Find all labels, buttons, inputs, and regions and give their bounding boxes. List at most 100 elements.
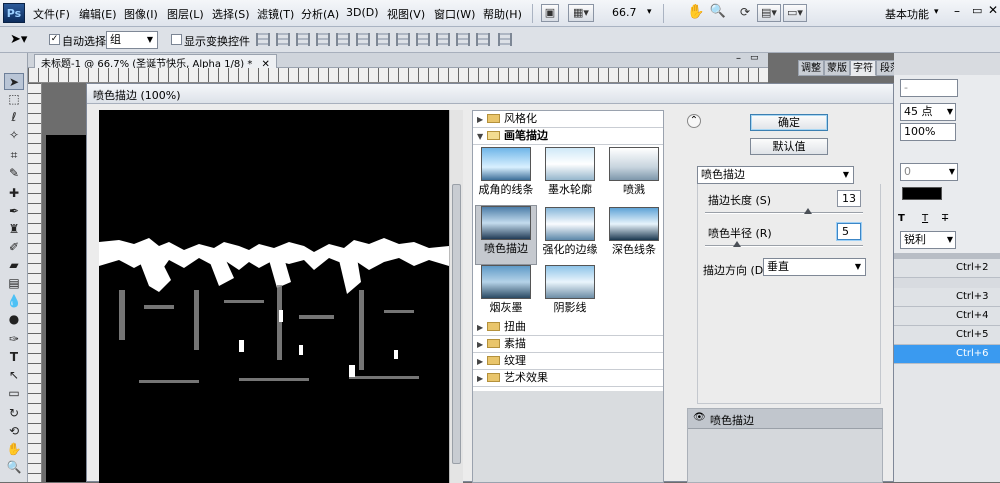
align-hcenter-icon[interactable] bbox=[336, 33, 350, 46]
menu-view[interactable]: 视图(V) bbox=[387, 6, 425, 22]
spray-radius-input[interactable]: 5 bbox=[837, 223, 861, 240]
channel-row-selected[interactable]: Ctrl+6 bbox=[894, 345, 1000, 364]
auto-align-icon[interactable] bbox=[498, 33, 512, 46]
align-right-icon[interactable] bbox=[356, 33, 370, 46]
distribute-hcenter-icon[interactable] bbox=[456, 33, 470, 46]
menu-edit[interactable]: 编辑(E) bbox=[79, 6, 117, 22]
3d-orbit-icon[interactable]: ⟲ bbox=[4, 423, 24, 440]
menu-image[interactable]: 图像(I) bbox=[124, 6, 158, 22]
marquee-tool-icon[interactable]: ⬚ bbox=[4, 91, 24, 108]
type-tool-icon[interactable]: T bbox=[4, 349, 24, 366]
show-transform-checkbox[interactable] bbox=[171, 34, 182, 45]
distribute-left-icon[interactable] bbox=[436, 33, 450, 46]
screen-mode-icon[interactable]: ▭▾ bbox=[783, 4, 807, 22]
magic-wand-icon[interactable]: ✧ bbox=[4, 127, 24, 144]
filter-thumb[interactable]: 烟灰墨 bbox=[475, 265, 537, 323]
history-brush-icon[interactable]: ✐ bbox=[4, 239, 24, 256]
filter-thumb[interactable]: 成角的线条 bbox=[475, 147, 537, 205]
path-select-icon[interactable]: ↖ bbox=[4, 367, 24, 384]
menu-filter[interactable]: 滤镜(T) bbox=[257, 6, 294, 22]
workspace-dropdown-icon[interactable]: ▾ bbox=[934, 7, 939, 17]
eyedropper-icon[interactable]: ✎ bbox=[4, 165, 24, 182]
spray-radius-slider[interactable] bbox=[705, 245, 863, 247]
filter-thumb[interactable]: 阴影线 bbox=[539, 265, 601, 323]
3d-rotate-icon[interactable]: ↻ bbox=[4, 405, 24, 422]
filter-thumb-selected[interactable]: 喷色描边 bbox=[475, 205, 537, 265]
move-tool-icon[interactable]: ➤ bbox=[4, 73, 24, 90]
zoom-tool-icon[interactable]: 🔍 bbox=[709, 4, 727, 22]
strikethrough-icon[interactable]: T bbox=[942, 213, 948, 224]
close-icon[interactable]: ✕ bbox=[988, 3, 998, 17]
brush-tool-icon[interactable]: ✒ bbox=[4, 203, 24, 220]
category-texture[interactable]: ▶ 纹理 bbox=[473, 353, 663, 370]
antialias-dropdown[interactable]: 锐利 ▼ bbox=[900, 231, 956, 249]
ok-button[interactable]: 确定 bbox=[750, 114, 828, 131]
category-sketch[interactable]: ▶ 素描 bbox=[473, 336, 663, 353]
filter-thumb[interactable]: 强化的边缘 bbox=[539, 207, 601, 265]
view-extras-icon[interactable]: ▦▾ bbox=[568, 4, 594, 22]
distribute-bottom-icon[interactable] bbox=[416, 33, 430, 46]
effect-layer-item[interactable]: 👁 喷色描边 bbox=[688, 409, 882, 429]
kerning-dropdown[interactable]: 0 ▼ bbox=[900, 163, 958, 181]
gradient-tool-icon[interactable]: ▤ bbox=[4, 275, 24, 292]
faux-bold-icon[interactable]: T bbox=[898, 213, 905, 224]
menu-3d[interactable]: 3D(D) bbox=[346, 6, 379, 19]
font-style-dropdown[interactable]: - bbox=[900, 79, 958, 97]
clone-stamp-icon[interactable]: ♜ bbox=[4, 221, 24, 238]
doc-minimize-icon[interactable]: – bbox=[736, 53, 741, 64]
distribute-right-icon[interactable] bbox=[476, 33, 490, 46]
menu-layer[interactable]: 图层(L) bbox=[167, 6, 204, 22]
category-brush-strokes[interactable]: ▼ 画笔描边 bbox=[473, 128, 663, 145]
default-button[interactable]: 默认值 bbox=[750, 138, 828, 155]
menu-select[interactable]: 选择(S) bbox=[212, 6, 250, 22]
zoom-tool-icon[interactable]: 🔍 bbox=[4, 459, 24, 476]
workspace-switcher[interactable]: 基本功能 bbox=[885, 6, 929, 22]
collapse-gallery-icon[interactable]: ⌃ bbox=[687, 114, 701, 128]
filter-thumb[interactable]: 喷溅 bbox=[603, 147, 665, 205]
rotate-view-icon[interactable]: ⟳ bbox=[736, 4, 754, 22]
eraser-tool-icon[interactable]: ▰ bbox=[4, 257, 24, 274]
dodge-tool-icon[interactable]: ● bbox=[4, 311, 24, 328]
align-left-icon[interactable] bbox=[316, 33, 330, 46]
stroke-length-input[interactable]: 13 bbox=[837, 190, 861, 207]
category-artistic[interactable]: ▶ 艺术效果 bbox=[473, 370, 663, 387]
auto-select-dropdown[interactable]: 组 ▼ bbox=[106, 31, 158, 49]
zoom-level[interactable]: 66.7 bbox=[612, 6, 637, 19]
restore-icon[interactable]: ▭ bbox=[972, 4, 982, 17]
channel-row[interactable]: Ctrl+5 bbox=[894, 326, 1000, 345]
auto-select-checkbox[interactable]: ✓ bbox=[49, 34, 60, 45]
hand-tool-icon[interactable]: ✋ bbox=[4, 441, 24, 458]
filter-select-dropdown[interactable]: 喷色描边 ▼ bbox=[697, 166, 854, 184]
channel-row[interactable]: Ctrl+2 bbox=[894, 259, 1000, 278]
font-size-dropdown[interactable]: 45 点 ▼ bbox=[900, 103, 956, 121]
category-distort[interactable]: ▶ 扭曲 bbox=[473, 319, 663, 336]
pen-tool-icon[interactable]: ✑ bbox=[4, 331, 24, 348]
channel-row[interactable]: Ctrl+3 bbox=[894, 288, 1000, 307]
stroke-length-slider[interactable] bbox=[705, 212, 863, 214]
scale-field[interactable]: 100% bbox=[900, 123, 956, 141]
align-bottom-icon[interactable] bbox=[296, 33, 310, 46]
lasso-tool-icon[interactable]: ℓ bbox=[4, 109, 24, 126]
stroke-length-slider-knob[interactable] bbox=[803, 208, 812, 214]
menu-window[interactable]: 窗口(W) bbox=[434, 6, 475, 22]
stroke-direction-dropdown[interactable]: 垂直 ▼ bbox=[763, 258, 866, 276]
spray-radius-slider-knob[interactable] bbox=[732, 241, 741, 247]
tab-character[interactable]: 字符 bbox=[850, 60, 876, 76]
minimize-icon[interactable]: – bbox=[954, 4, 960, 18]
tab-adjustments[interactable]: 调整 bbox=[798, 60, 824, 76]
category-stylize[interactable]: ▶ 风格化 bbox=[473, 111, 663, 128]
zoom-dropdown-icon[interactable]: ▾ bbox=[647, 7, 652, 17]
crop-tool-icon[interactable]: ⌗ bbox=[4, 147, 24, 164]
blur-tool-icon[interactable]: 💧 bbox=[4, 293, 24, 310]
hand-tool-icon[interactable]: ✋ bbox=[687, 4, 705, 22]
preview-scrollbar[interactable] bbox=[449, 110, 463, 483]
move-tool-icon[interactable]: ➤▾ bbox=[10, 32, 27, 47]
align-vcenter-icon[interactable] bbox=[276, 33, 290, 46]
underline-icon[interactable]: T bbox=[922, 213, 928, 224]
menu-file[interactable]: 文件(F) bbox=[33, 6, 70, 22]
scrollbar-thumb[interactable] bbox=[452, 184, 461, 464]
menu-analysis[interactable]: 分析(A) bbox=[301, 6, 339, 22]
distribute-vcenter-icon[interactable] bbox=[396, 33, 410, 46]
visibility-eye-icon[interactable]: 👁 bbox=[693, 412, 706, 423]
text-color-swatch[interactable] bbox=[902, 187, 942, 200]
